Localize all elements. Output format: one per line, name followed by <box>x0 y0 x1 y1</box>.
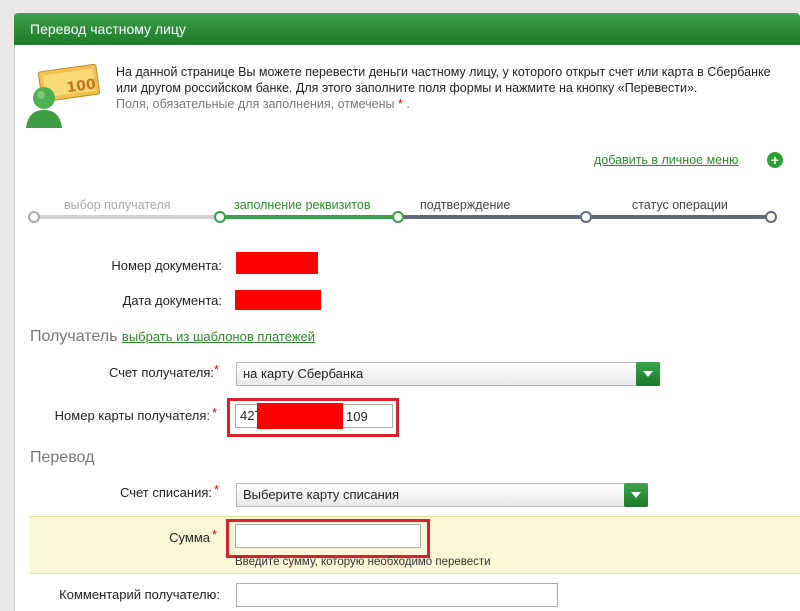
card-number-label: Номер карты получателя: <box>54 408 210 423</box>
amount-label: Сумма <box>169 530 210 545</box>
step-node-3 <box>392 211 404 223</box>
required-hint-suffix: . <box>406 97 410 111</box>
recipient-section-title: Получатель <box>30 328 118 345</box>
document-number-value-redacted <box>236 252 318 274</box>
required-mark: * <box>398 97 403 111</box>
required-hint-text: Поля, обязательные для заполнения, отмеч… <box>116 97 395 111</box>
transfer-section-title: Перевод <box>30 449 95 466</box>
comment-input[interactable] <box>236 583 558 607</box>
step-operation-status: статус операции <box>632 198 728 212</box>
recipient-account-value: на карту Сбербанка <box>243 366 364 381</box>
recipient-account-select[interactable]: на карту Сбербанка <box>236 362 660 386</box>
page-header: Перевод частному лицу <box>14 13 800 45</box>
step-node-2 <box>214 211 226 223</box>
document-number-label: Номер документа: <box>111 258 222 273</box>
amount-input[interactable] <box>235 524 421 548</box>
card-number-required: * <box>212 405 218 420</box>
money-transfer-icon: 100 <box>26 63 101 128</box>
document-date-value-redacted <box>235 290 321 310</box>
recipient-account-label: Счет получателя: <box>108 365 214 380</box>
amount-hint: Введите сумму, которую необходимо переве… <box>235 556 491 568</box>
comment-label: Комментарий получателю: <box>59 587 220 602</box>
dropdown-arrow-icon[interactable] <box>624 483 648 507</box>
recipient-section: Получатель выбрать из шаблонов платежей <box>30 328 315 346</box>
add-to-menu-link[interactable]: добавить в личное меню <box>594 153 738 167</box>
debit-account-value: Выберите карту списания <box>243 487 400 502</box>
intro-description: На данной странице Вы можете перевести д… <box>116 65 771 95</box>
page-title: Перевод частному лицу <box>30 21 186 37</box>
recipient-account-required: * <box>214 362 220 377</box>
step-node-5 <box>765 211 777 223</box>
document-date-label: Дата документа: <box>122 293 222 308</box>
debit-account-required: * <box>214 482 220 497</box>
debit-account-select[interactable]: Выберите карту списания <box>236 483 648 507</box>
step-track-done <box>34 215 220 219</box>
progress-steps: выбор получателя заполнение реквизитов п… <box>28 196 780 226</box>
card-number-redacted <box>257 403 343 429</box>
plus-circle-icon[interactable]: + <box>767 152 783 168</box>
step-select-recipient: выбор получателя <box>64 198 171 212</box>
step-node-4 <box>580 211 592 223</box>
required-hint: Поля, обязательные для заполнения, отмеч… <box>116 97 410 111</box>
step-confirmation: подтверждение <box>420 198 511 212</box>
transfer-section: Перевод <box>30 449 94 467</box>
step-track-current <box>220 215 400 219</box>
templates-link[interactable]: выбрать из шаблонов платежей <box>122 329 315 344</box>
card-number-suffix: 109 <box>346 409 368 424</box>
dropdown-arrow-icon[interactable] <box>636 362 660 386</box>
step-node-1 <box>28 211 40 223</box>
intro-text: На данной странице Вы можете перевести д… <box>116 64 786 112</box>
amount-required: * <box>212 527 218 542</box>
step-fill-details: заполнение реквизитов <box>234 198 371 212</box>
debit-account-label: Счет списания: <box>119 485 212 500</box>
